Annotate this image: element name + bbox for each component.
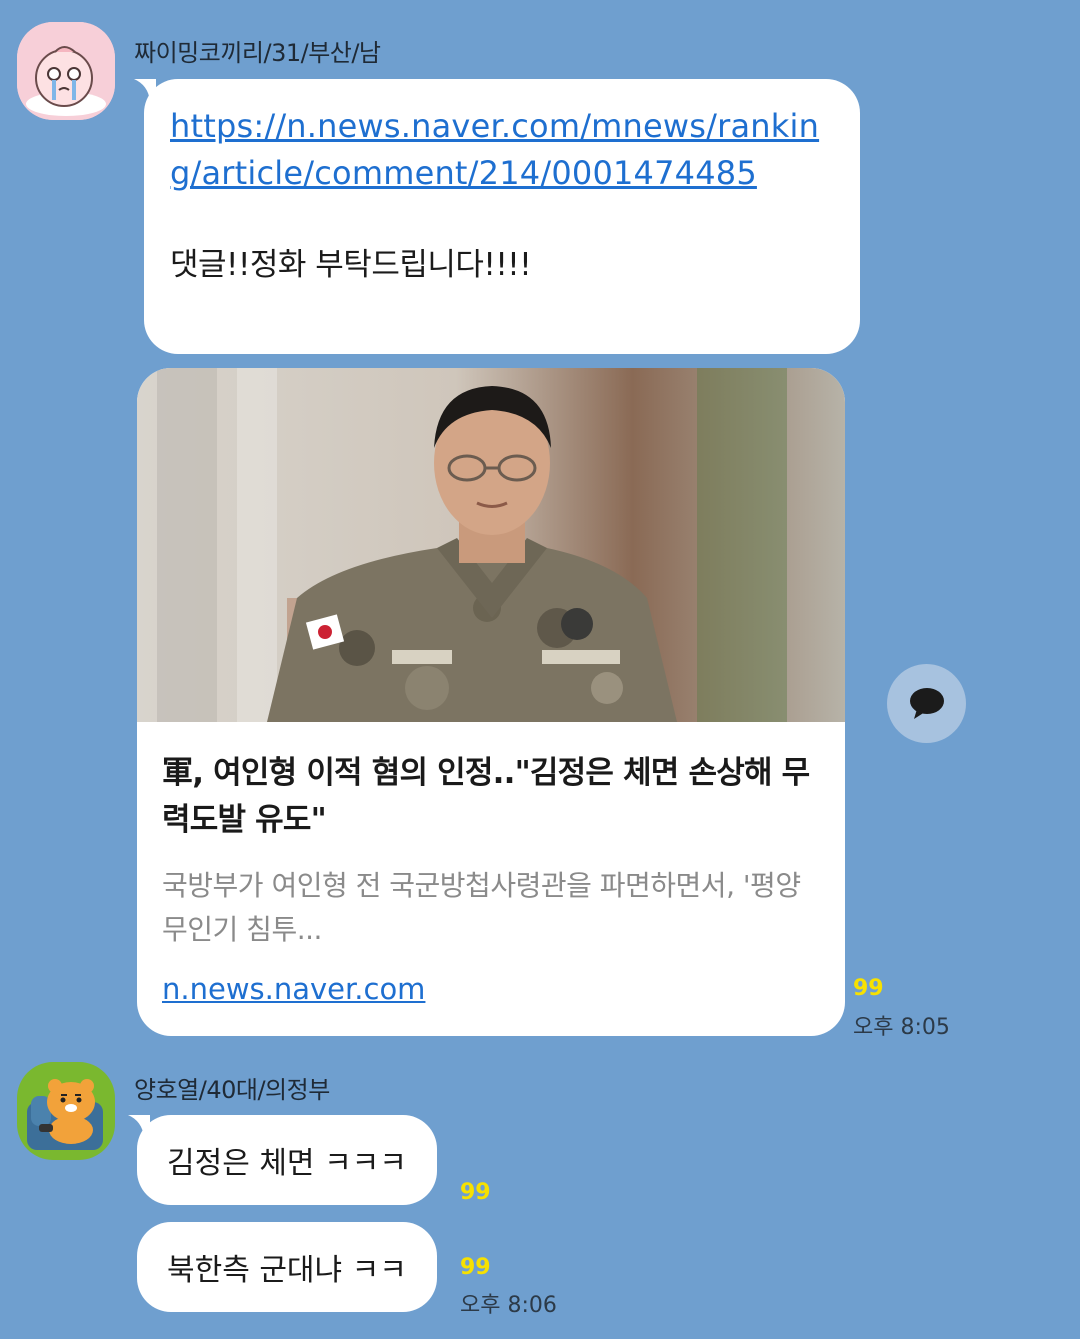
sender-name: 양호열/40대/의정부 <box>134 1076 330 1104</box>
unread-count: 99 <box>460 1180 491 1205</box>
message-bubble[interactable]: https://n.news.naver.com/mnews/ranking/a… <box>144 79 860 354</box>
article-photo <box>137 368 845 722</box>
speech-bubble-icon <box>909 687 944 719</box>
unread-count: 99 <box>853 976 884 1001</box>
message-bubble[interactable]: 북한측 군대냐 ㅋㅋ <box>137 1222 437 1312</box>
message-text: 북한측 군대냐 ㅋㅋ <box>167 1253 407 1288</box>
unread-count: 99 <box>460 1255 491 1280</box>
message-time: 오후 8:05 <box>853 1015 950 1040</box>
link-preview-card[interactable]: 軍, 여인형 이적 혐의 인정.."김정은 체면 손상해 무력도발 유도" 국방… <box>137 368 845 1036</box>
share-button[interactable] <box>887 664 966 743</box>
message-time: 오후 8:06 <box>460 1293 557 1318</box>
message-text: 김정은 체면 ㅋㅋㅋ <box>167 1146 407 1181</box>
message-bubble[interactable]: 김정은 체면 ㅋㅋㅋ <box>137 1115 437 1205</box>
sender-name: 짜이밍코끼리/31/부산/남 <box>134 39 381 67</box>
article-domain[interactable]: n.news.naver.com <box>162 972 425 1006</box>
article-description: 국방부가 여인형 전 국군방첩사령관을 파면하면서, '평양 무인기 침투... <box>162 869 801 946</box>
avatar-peach[interactable] <box>17 22 115 120</box>
message-link[interactable]: https://n.news.naver.com/mnews/ranking/a… <box>170 103 834 197</box>
bubble-tail <box>128 1115 150 1137</box>
chat-room: 짜이밍코끼리/31/부산/남 https://n.news.naver.com/… <box>0 0 1080 1339</box>
ryan-character-icon <box>17 1062 115 1160</box>
article-title: 軍, 여인형 이적 혐의 인정.."김정은 체면 손상해 무력도발 유도" <box>162 755 810 838</box>
peach-character-icon <box>17 22 115 120</box>
message-text: 댓글!!정화 부탁드립니다!!!! <box>170 247 532 283</box>
bubble-tail <box>134 79 156 101</box>
avatar-ryan[interactable] <box>17 1062 115 1160</box>
